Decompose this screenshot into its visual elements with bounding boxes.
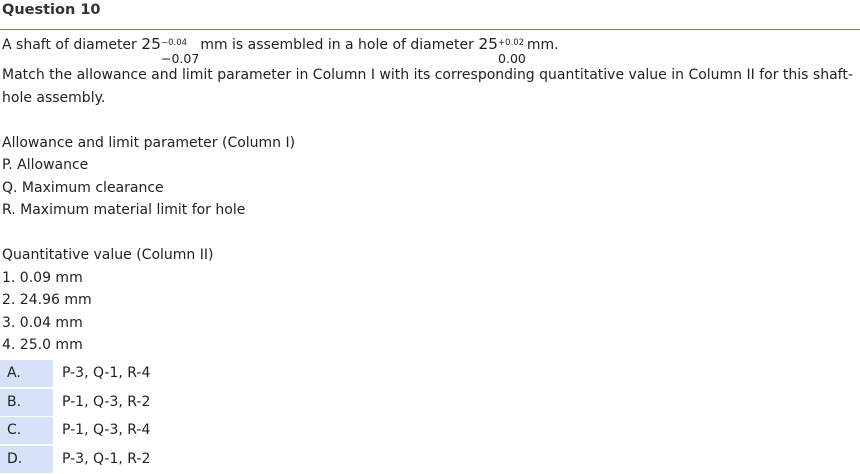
option-letter[interactable]: B. xyxy=(0,388,53,416)
question-body: A shaft of diameter 25 −0.04 −0.07 mm is as… xyxy=(2,33,858,357)
column1-item-p: P. Allowance xyxy=(2,157,89,173)
shaft-diameter: 25 xyxy=(141,33,161,56)
column1-item-q: Q. Maximum clearance xyxy=(2,179,164,196)
hole-tolerance: +0.02 0.00 xyxy=(498,39,526,66)
column2-heading: Quantitative value (Column II) xyxy=(2,247,214,263)
question-title: Question 10 xyxy=(2,2,101,18)
shaft-basic-size: 25 xyxy=(141,35,161,53)
hole-lower-deviation: 0.00 xyxy=(498,50,526,66)
option-text[interactable]: P-1, Q-3, R-2 xyxy=(62,389,150,416)
hole-diameter: 25 xyxy=(478,33,498,56)
shaft-tolerance: −0.04 −0.07 xyxy=(161,39,200,66)
statement-middle: mm is assembled in a hole of diameter xyxy=(200,37,479,53)
option-d[interactable]: D. P-3, Q-1, R-2 xyxy=(0,445,860,474)
statement-suffix: mm. xyxy=(526,37,559,53)
hole-upper-deviation: +0.02 xyxy=(498,38,525,48)
statement-prefix: A shaft of diameter xyxy=(2,37,142,53)
column2-item-2: 2. 24.96 mm xyxy=(2,292,92,308)
answer-options: A. P-3, Q-1, R-4 B. P-1, Q-3, R-2 C. P-1… xyxy=(0,360,860,474)
shaft-lower-deviation: −0.07 xyxy=(161,50,200,66)
option-letter[interactable]: D. xyxy=(0,445,53,473)
question-header: Question 10 xyxy=(0,0,860,30)
option-b[interactable]: B. P-1, Q-3, R-2 xyxy=(0,388,860,418)
column2-item-1: 1. 0.09 mm xyxy=(2,269,83,286)
column1-heading: Allowance and limit parameter (Column I) xyxy=(2,134,296,151)
column2-item-4: 4. 25.0 mm xyxy=(2,337,83,353)
question-statement: A shaft of diameter 25 −0.04 −0.07 mm is as… xyxy=(2,33,858,64)
column1-item-r: R. Maximum material limit for hole xyxy=(2,202,246,218)
option-text[interactable]: P-1, Q-3, R-4 xyxy=(62,417,150,444)
question-instruction: Match the allowance and limit parameter … xyxy=(2,67,853,106)
column2-item-3: 3. 0.04 mm xyxy=(2,314,83,331)
option-c[interactable]: C. P-1, Q-3, R-4 xyxy=(0,417,860,446)
option-letter[interactable]: A. xyxy=(0,360,53,387)
option-letter[interactable]: C. xyxy=(0,417,53,444)
option-a[interactable]: A. P-3, Q-1, R-4 xyxy=(0,360,860,389)
shaft-upper-deviation: −0.04 xyxy=(161,38,188,48)
option-text[interactable]: P-3, Q-1, R-2 xyxy=(62,446,150,473)
hole-basic-size: 25 xyxy=(478,35,499,53)
option-text[interactable]: P-3, Q-1, R-4 xyxy=(62,360,150,387)
